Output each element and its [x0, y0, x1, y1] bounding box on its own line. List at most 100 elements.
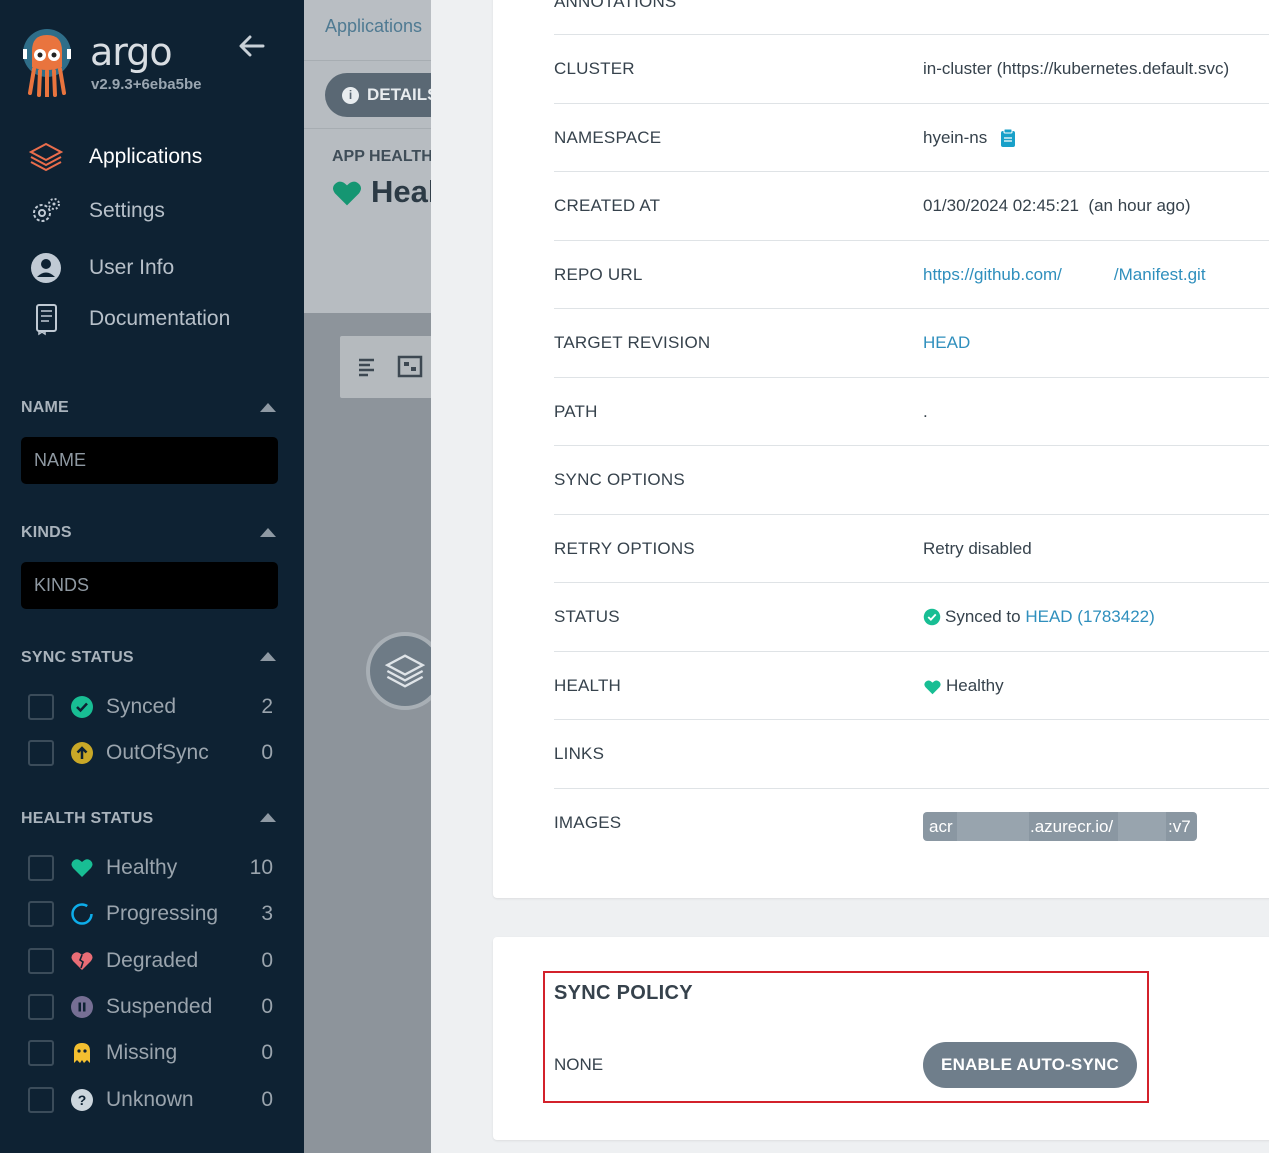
health-status-collapse-caret-icon[interactable]: [260, 813, 276, 822]
question-circle-icon: ?: [70, 1088, 94, 1112]
row-value: acr .azurecr.io/ :v7: [923, 812, 1197, 841]
row-label: REPO URL: [554, 265, 643, 284]
filter-label: Suspended: [106, 995, 213, 1018]
name-filter-collapse-caret-icon[interactable]: [260, 403, 276, 412]
filter-label: Missing: [106, 1041, 178, 1064]
arrow-up-circle-icon: [70, 741, 94, 765]
filter-count: 0: [261, 1088, 273, 1111]
gears-icon: [28, 193, 64, 229]
check-circle-icon: [923, 608, 941, 626]
nav-applications[interactable]: Applications: [28, 137, 202, 177]
filter-count: 0: [261, 741, 273, 764]
detail-row-created-at: CREATED AT 01/30/2024 02:45:21 (an hour …: [554, 171, 1269, 240]
nav-settings[interactable]: Settings: [28, 191, 165, 231]
filter-label: Progressing: [106, 902, 219, 925]
checkbox[interactable]: [28, 994, 54, 1020]
target-revision-link[interactable]: HEAD: [923, 333, 970, 353]
image-chip: acr .azurecr.io/ :v7: [923, 812, 1197, 841]
filter-count: 0: [261, 995, 273, 1018]
kinds-filter-title: KINDS: [21, 524, 72, 541]
sync-filter-outofsync[interactable]: OutOfSync 0: [28, 737, 273, 769]
app-node-layers-icon[interactable]: [366, 632, 431, 710]
kinds-filter-collapse-caret-icon[interactable]: [260, 528, 276, 537]
row-label: LINKS: [554, 744, 605, 763]
sync-filter-synced[interactable]: Synced 2: [28, 691, 273, 723]
name-filter-input[interactable]: [21, 437, 278, 484]
info-icon: i: [342, 86, 359, 104]
breadcrumb-applications[interactable]: Applications: [325, 16, 422, 37]
checkbox[interactable]: [28, 1040, 54, 1066]
status-prefix: Synced to: [945, 607, 1026, 626]
health-filter-healthy[interactable]: Healthy 10: [28, 852, 273, 884]
filter-label: Healthy: [106, 856, 178, 879]
layers-icon: [28, 139, 64, 175]
ghost-icon: [70, 1041, 94, 1065]
nav-user-info[interactable]: User Info: [28, 248, 174, 288]
row-label: HEALTH: [554, 676, 622, 695]
sync-policy-title: SYNC POLICY: [554, 982, 693, 1004]
detail-row-retry-options: RETRY OPTIONS Retry disabled: [554, 514, 1269, 582]
checkbox[interactable]: [28, 740, 54, 766]
detail-row-repo-url: REPO URL https://github.com/ /Manifest.g…: [554, 240, 1269, 308]
filter-label: Synced: [106, 695, 177, 718]
enable-auto-sync-button[interactable]: ENABLE AUTO-SYNC: [923, 1042, 1137, 1088]
checkbox[interactable]: [28, 855, 54, 881]
row-value: Synced to HEAD (1783422): [923, 607, 1155, 627]
svg-text:?: ?: [78, 1092, 87, 1108]
checkbox[interactable]: [28, 901, 54, 927]
row-label: CLUSTER: [554, 59, 635, 78]
kinds-filter-input[interactable]: [21, 562, 278, 609]
checkbox[interactable]: [28, 694, 54, 720]
nav-label: User Info: [89, 256, 175, 279]
sync-policy-value: NONE: [554, 1055, 604, 1074]
pause-circle-icon: [70, 995, 94, 1019]
name-filter-title: NAME: [21, 399, 69, 416]
app-health-value: Healthy: [331, 174, 431, 210]
tree-view-icon[interactable]: [396, 353, 424, 381]
row-value: .: [923, 402, 928, 421]
app-health-title: APP HEALTH: [332, 148, 431, 165]
divider: [304, 60, 431, 61]
list-view-icon[interactable]: [354, 353, 382, 381]
health-value: Healthy: [946, 676, 1004, 695]
detail-row-namespace: NAMESPACE hyein-ns: [554, 103, 1269, 171]
clipboard-copy-icon[interactable]: [1000, 128, 1016, 148]
health-status-title: HEALTH STATUS: [21, 810, 154, 827]
row-value: 01/30/2024 02:45:21 (an hour ago): [923, 196, 1191, 215]
row-value: hyein-ns: [923, 128, 1016, 148]
detail-row-health: HEALTH Healthy: [554, 651, 1269, 719]
health-filter-missing[interactable]: Missing 0: [28, 1037, 273, 1069]
heart-icon: [333, 181, 361, 206]
checkbox[interactable]: [28, 1087, 54, 1113]
filter-label: OutOfSync: [106, 741, 209, 764]
app-version: v2.9.3+6eba5be: [91, 76, 202, 93]
repo-url-start: https://github.com/: [923, 265, 1062, 284]
row-label: STATUS: [554, 607, 620, 626]
row-label: TARGET REVISION: [554, 333, 711, 352]
view-toolbar: [340, 336, 431, 398]
status-revision-link[interactable]: HEAD (1783422): [1025, 607, 1154, 627]
app-health-text: Healthy: [371, 174, 431, 209]
spinner-icon: [70, 902, 94, 926]
filter-count: 0: [261, 1041, 273, 1064]
row-label: IMAGES: [554, 813, 622, 832]
detail-row-status: STATUS Synced to HEAD (1783422): [554, 582, 1269, 651]
health-filter-progressing[interactable]: Progressing 3: [28, 898, 273, 930]
collapse-sidebar-arrow-icon[interactable]: [236, 30, 268, 62]
health-filter-suspended[interactable]: Suspended 0: [28, 991, 273, 1023]
nav-documentation[interactable]: Documentation: [28, 299, 230, 339]
namespace-value: hyein-ns: [923, 128, 988, 147]
nav-label: Applications: [89, 145, 203, 168]
sync-status-collapse-caret-icon[interactable]: [260, 652, 276, 661]
repo-url-link[interactable]: https://github.com/ /Manifest.git: [923, 265, 1206, 285]
health-filter-degraded[interactable]: Degraded 0: [28, 945, 273, 977]
app-view-overlay: Applications i DETAILS APP HEALTH Health…: [304, 0, 431, 1153]
filter-count: 10: [249, 856, 273, 879]
health-filter-unknown[interactable]: ? Unknown 0: [28, 1084, 273, 1116]
checkbox[interactable]: [28, 948, 54, 974]
row-value: Healthy: [923, 676, 1004, 696]
detail-row-images: IMAGES acr .azurecr.io/ :v7: [554, 788, 1269, 868]
image-part: .azurecr.io/: [1030, 816, 1114, 836]
details-label: DETAILS: [367, 85, 431, 104]
details-button[interactable]: i DETAILS: [325, 73, 431, 117]
